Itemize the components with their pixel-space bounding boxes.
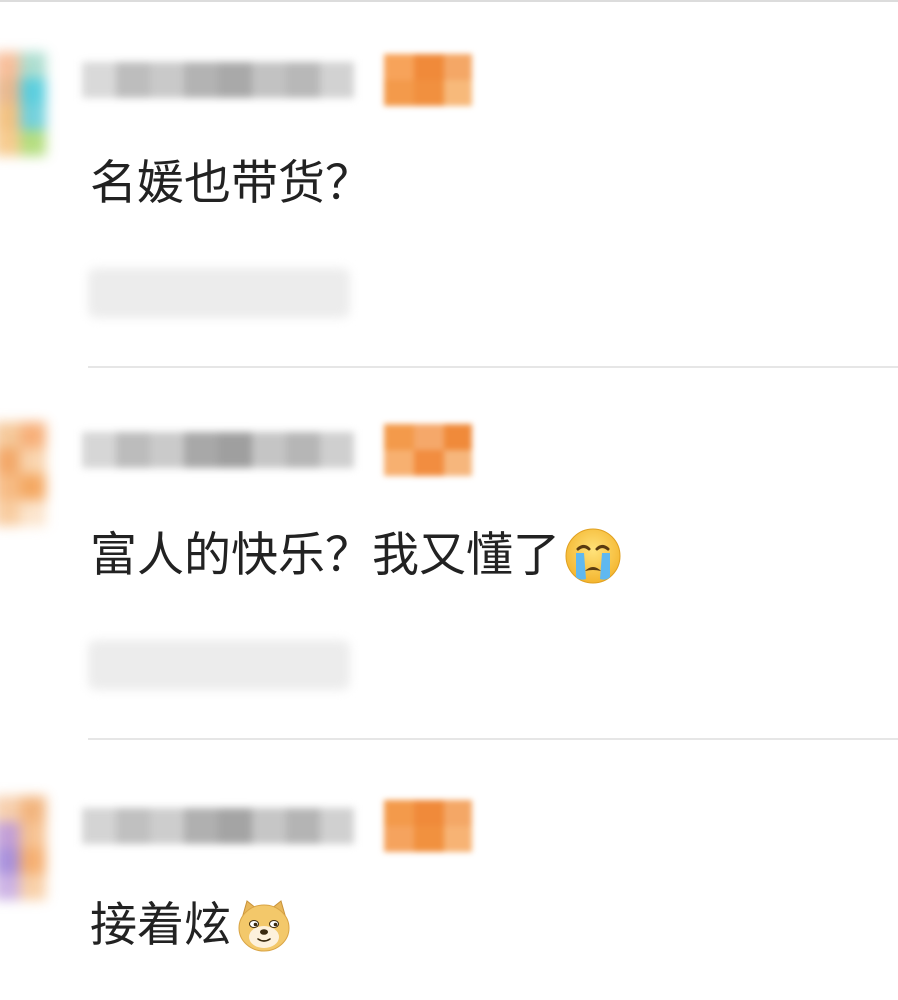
comment-meta-blurred [88,640,350,690]
doge-face-icon [235,897,293,955]
username-blurred[interactable] [82,54,372,106]
level-badge [384,54,472,106]
username-blurred[interactable] [82,424,372,476]
comment-text-content: 富人的快乐？我又懂了 [90,528,560,583]
top-divider [0,0,898,2]
divider [88,738,898,740]
avatar[interactable] [0,422,52,572]
comment-text-content: 接着炫 [90,898,231,953]
level-badge [384,424,472,476]
comment-text: 接着炫 [90,896,293,956]
comment-meta-blurred [88,268,350,318]
avatar[interactable] [0,52,52,202]
crying-face-icon [564,527,622,585]
avatar[interactable] [0,796,52,946]
comment-text-content: 名媛也带货？ [90,156,372,211]
comment-text: 名媛也带货？ [90,154,372,214]
level-badge [384,800,472,852]
comment-text: 富人的快乐？我又懂了 [90,526,622,586]
username-blurred[interactable] [82,800,372,852]
divider [88,366,898,368]
